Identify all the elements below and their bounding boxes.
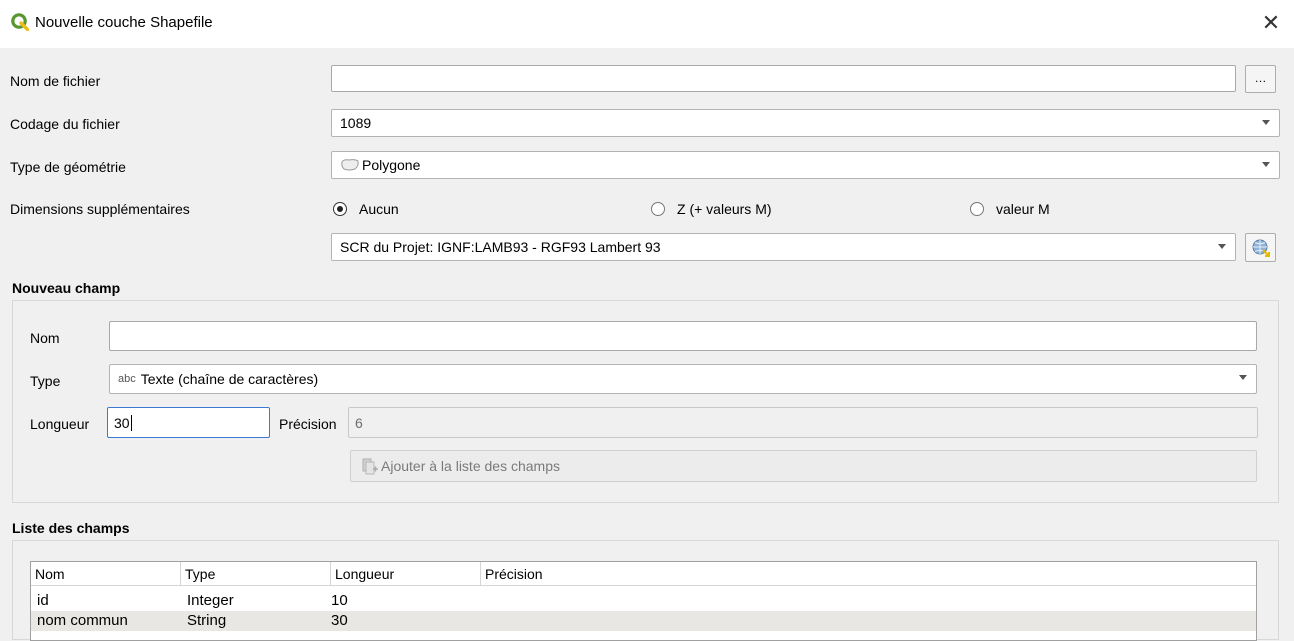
geometry-value: Polygone — [362, 157, 421, 173]
encoding-select[interactable]: 1089 — [331, 109, 1280, 137]
window-title: Nouvelle couche Shapefile — [35, 14, 213, 31]
crs-selector-button[interactable] — [1245, 233, 1276, 262]
field-type-label: Type — [30, 373, 61, 389]
cell-length: 10 — [331, 592, 348, 609]
new-field-title: Nouveau champ — [12, 280, 121, 296]
cell-type: Integer — [187, 592, 234, 609]
geometry-label: Type de géométrie — [10, 159, 126, 175]
chevron-down-icon — [1239, 375, 1247, 380]
field-list-table[interactable]: Nom Type Longueur Précision id Integer 1… — [30, 561, 1257, 641]
qgis-logo-icon — [11, 13, 29, 31]
precision-input[interactable]: 6 — [348, 407, 1258, 438]
column-header-length[interactable]: Longueur — [331, 562, 481, 586]
cell-length: 30 — [331, 612, 348, 629]
length-label: Longueur — [30, 416, 90, 432]
radio-z-label: Z (+ valeurs M) — [677, 201, 772, 217]
length-value: 30 — [114, 414, 130, 431]
globe-icon — [1252, 239, 1270, 257]
crs-select[interactable]: SCR du Projet: IGNF:LAMB93 - RGF93 Lambe… — [331, 233, 1236, 261]
field-list-title: Liste des champs — [12, 520, 130, 536]
cell-name: id — [37, 592, 49, 609]
cell-name: nom commun — [37, 612, 128, 629]
add-to-list-button[interactable]: Ajouter à la liste des champs — [350, 450, 1257, 482]
field-type-select[interactable]: abc Texte (chaîne de caractères) — [109, 364, 1257, 394]
text-cursor — [130, 414, 132, 431]
column-header-name[interactable]: Nom — [31, 562, 181, 586]
precision-label: Précision — [279, 416, 337, 432]
column-header-precision[interactable]: Précision — [481, 562, 1256, 586]
field-type-value: Texte (chaîne de caractères) — [140, 371, 319, 387]
radio-aucun[interactable]: Aucun — [333, 201, 399, 217]
radio-m-label: valeur M — [996, 201, 1050, 217]
table-row[interactable]: id Integer 10 — [31, 591, 1256, 611]
title-bar: Nouvelle couche Shapefile ✕ — [0, 0, 1294, 48]
filename-label: Nom de fichier — [10, 73, 101, 89]
length-input[interactable]: 30 — [107, 407, 270, 438]
radio-button-selected[interactable] — [333, 202, 347, 216]
encoding-label: Codage du fichier — [10, 116, 120, 132]
radio-m[interactable]: valeur M — [970, 201, 1050, 217]
chevron-down-icon — [1262, 120, 1270, 125]
chevron-down-icon — [1262, 162, 1270, 167]
polygon-icon — [341, 159, 359, 171]
column-header-type[interactable]: Type — [181, 562, 331, 586]
text-type-icon: abc — [118, 373, 136, 385]
radio-button[interactable] — [970, 202, 984, 216]
add-to-list-label: Ajouter à la liste des champs — [381, 458, 560, 474]
geometry-select[interactable]: Polygone — [331, 151, 1280, 179]
add-field-icon — [362, 458, 378, 475]
crs-value: SCR du Projet: IGNF:LAMB93 - RGF93 Lambe… — [340, 239, 661, 255]
close-button[interactable]: ✕ — [1258, 10, 1284, 36]
browse-button[interactable]: … — [1245, 65, 1276, 93]
radio-z[interactable]: Z (+ valeurs M) — [651, 201, 772, 217]
cell-type: String — [187, 612, 227, 629]
radio-aucun-label: Aucun — [359, 201, 399, 217]
encoding-value: 1089 — [340, 115, 372, 131]
table-row[interactable]: nom commun String 30 — [31, 611, 1256, 631]
chevron-down-icon — [1218, 244, 1226, 249]
field-name-input[interactable] — [109, 321, 1257, 351]
filename-input[interactable] — [331, 65, 1236, 92]
dimensions-label: Dimensions supplémentaires — [10, 201, 190, 217]
radio-button[interactable] — [651, 202, 665, 216]
field-name-label: Nom — [30, 330, 60, 346]
